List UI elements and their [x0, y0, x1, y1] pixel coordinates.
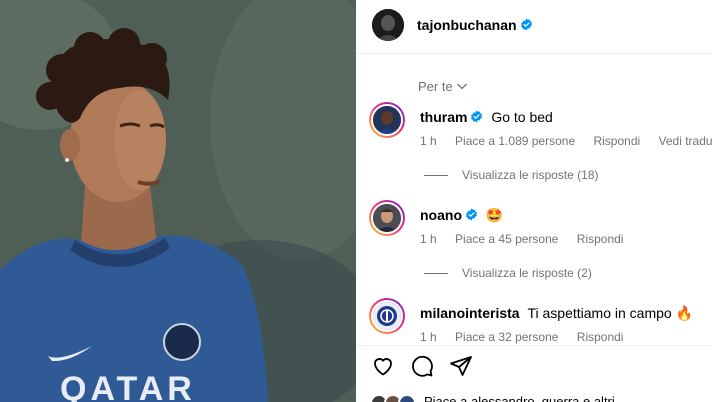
comment-line: noano 🤩 [420, 207, 503, 224]
comment-likes-count[interactable]: Piace a 45 persone [455, 232, 558, 246]
comment-likes-count[interactable]: Piace a 1.089 persone [455, 134, 575, 148]
comment-line: thuram Go to bed [420, 109, 553, 125]
author-avatar[interactable] [372, 9, 404, 41]
comment-time[interactable]: 1 h [420, 134, 437, 148]
commenter-avatar[interactable] [369, 298, 405, 334]
verified-badge-icon [466, 208, 477, 221]
comment-text: Ti aspettiamo in campo 🔥 [527, 305, 694, 321]
replies-dash [424, 273, 448, 274]
comment-icon[interactable] [410, 354, 434, 378]
commenter-avatar-image [373, 106, 401, 134]
liker-avatar [398, 394, 416, 402]
post-action-bar [356, 345, 712, 385]
reply-button[interactable]: Rispondi [593, 134, 640, 148]
commenter-avatar[interactable] [369, 200, 405, 236]
see-translation-button[interactable]: Vedi traduzione [659, 134, 712, 148]
comment-likes-count[interactable]: Piace a 32 persone [455, 330, 558, 344]
share-icon[interactable] [449, 354, 473, 378]
likes-summary[interactable]: Piace a alessandro_guerra e altri [356, 388, 712, 402]
jersey-text: QATAR [60, 370, 196, 402]
author-avatar-image [372, 9, 404, 41]
comment-time[interactable]: 1 h [420, 330, 437, 344]
comment-username[interactable]: noano [420, 207, 462, 223]
author-username-text: tajonbuchanan [417, 17, 517, 33]
post-header: tajonbuchanan [356, 0, 712, 54]
comment-line: milanointerista Ti aspettiamo in campo 🔥 [420, 305, 693, 322]
comment-text: 🤩 [485, 207, 504, 223]
view-replies-label: Visualizza le risposte (2) [462, 266, 592, 280]
view-replies-label: Visualizza le risposte (18) [462, 168, 599, 182]
view-replies-button[interactable]: Visualizza le risposte (2) [424, 266, 592, 280]
likes-summary-text: Piace a alessandro_guerra e altri [424, 394, 615, 402]
comment-username[interactable]: thuram [420, 109, 467, 125]
comment-time[interactable]: 1 h [420, 232, 437, 246]
chevron-down-icon [456, 83, 467, 90]
reply-button[interactable]: Rispondi [577, 330, 624, 344]
commenter-avatar-image [373, 302, 401, 330]
post-photo: QATAR [0, 0, 356, 402]
sort-label: Per te [418, 79, 453, 94]
comment-meta: 1 h Piace a 1.089 persone Rispondi Vedi … [420, 134, 712, 148]
comment-meta: 1 h Piace a 32 persone Rispondi [420, 330, 638, 344]
verified-badge-icon [471, 110, 483, 123]
commenter-avatar[interactable] [369, 102, 405, 138]
verified-badge-icon [520, 18, 532, 31]
commenter-avatar-image [373, 204, 401, 232]
comment-username[interactable]: milanointerista [420, 305, 520, 321]
heart-icon[interactable] [371, 354, 395, 378]
reply-button[interactable]: Rispondi [577, 232, 624, 246]
player-illustration: QATAR [0, 0, 356, 402]
comment-meta: 1 h Piace a 45 persone Rispondi [420, 232, 638, 246]
replies-dash [424, 175, 448, 176]
comment-sort-dropdown[interactable]: Per te [418, 79, 468, 94]
view-replies-button[interactable]: Visualizza le risposte (18) [424, 168, 599, 182]
comment-text: Go to bed [491, 109, 553, 125]
author-username[interactable]: tajonbuchanan [417, 17, 533, 33]
comments-panel: tajonbuchanan Per te thuram Go to bed 1 … [356, 0, 712, 402]
